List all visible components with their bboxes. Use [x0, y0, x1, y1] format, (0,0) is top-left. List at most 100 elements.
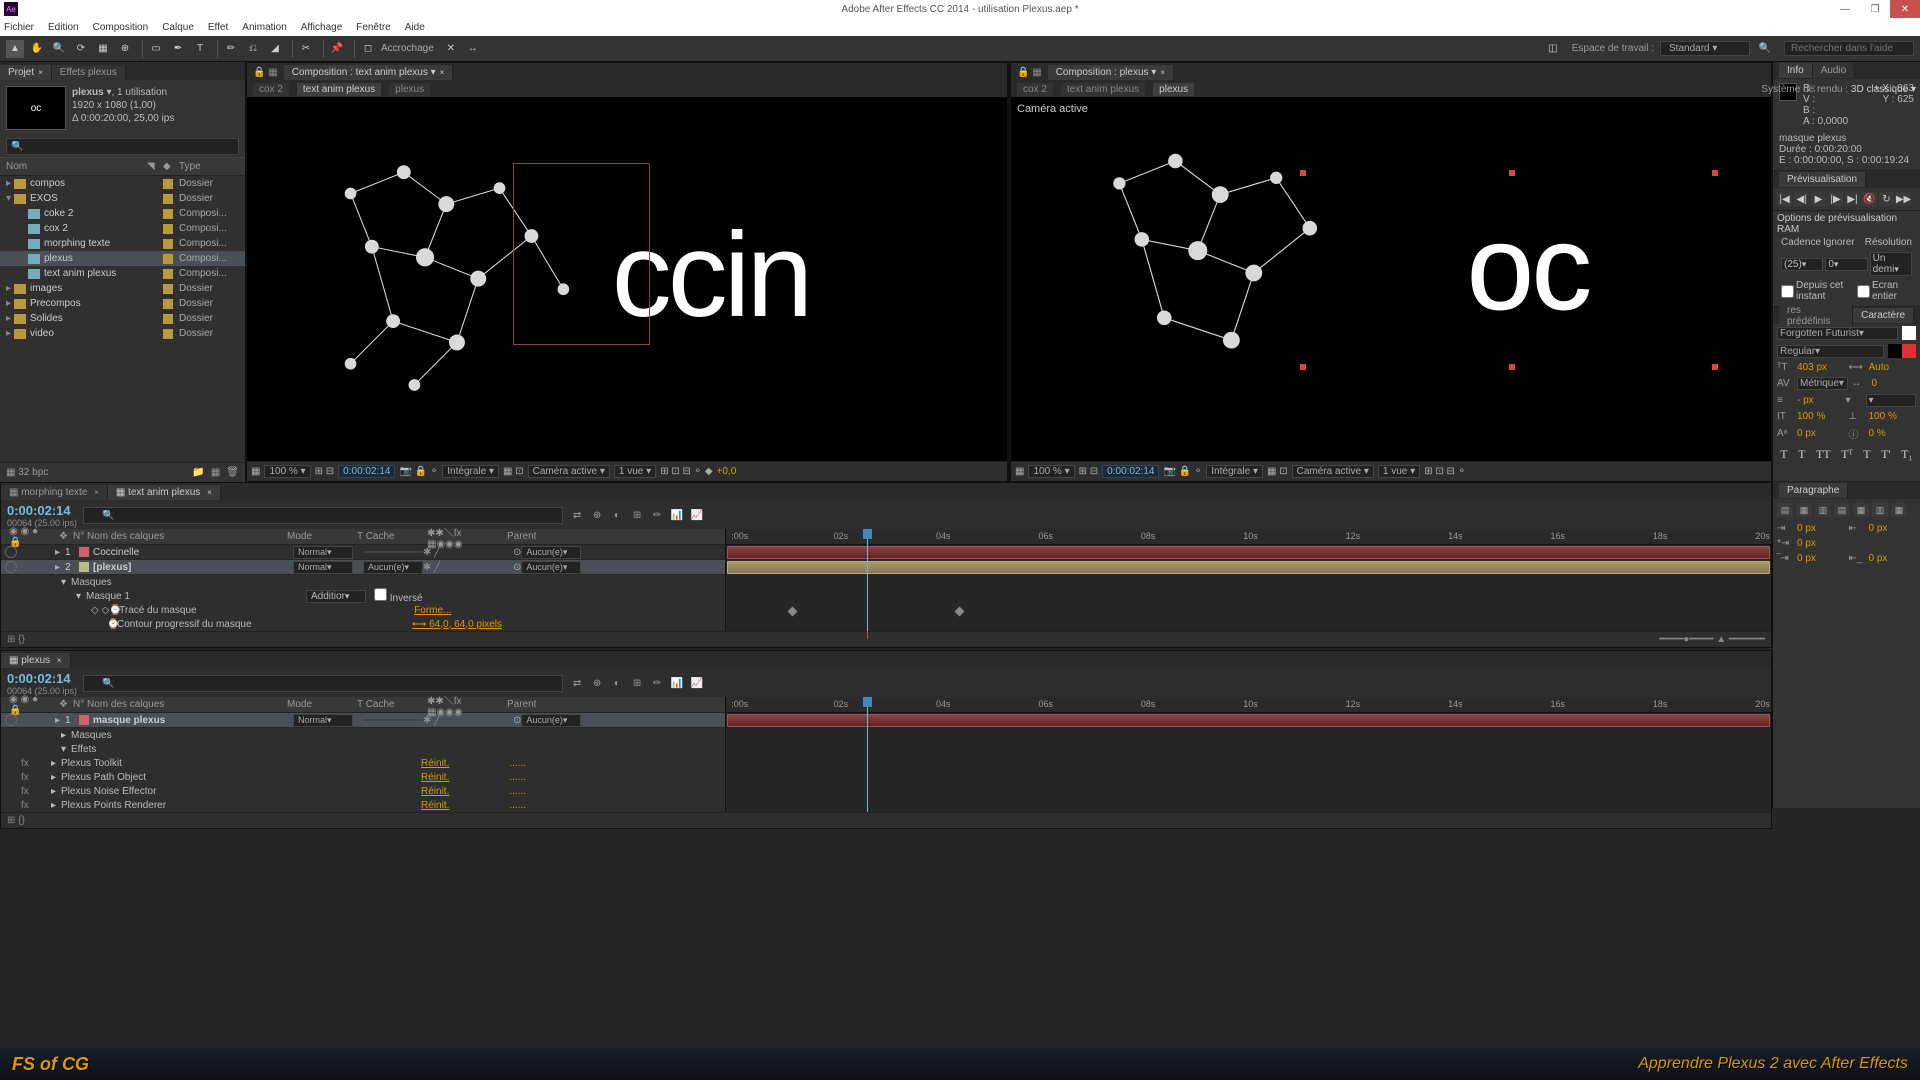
next-frame-button[interactable]: |▶: [1828, 192, 1843, 206]
font-size[interactable]: 403 px: [1797, 362, 1845, 373]
toggle-switches-icon[interactable]: ⊞ {}: [7, 634, 25, 645]
project-item[interactable]: coke 2Composi...: [0, 206, 245, 221]
viewer2-canvas[interactable]: Caméra active oc: [1011, 97, 1771, 461]
fullscreen-checkbox[interactable]: [1857, 285, 1870, 298]
project-item[interactable]: text anim plexusComposi...: [0, 266, 245, 281]
help-search-input[interactable]: [1784, 41, 1914, 56]
effect-row[interactable]: fx▸Plexus ToolkitRéinit.......: [1, 756, 725, 770]
tab-preview[interactable]: Prévisualisation: [1779, 172, 1866, 187]
indent-left[interactable]: 0 px: [1797, 523, 1845, 534]
menu-effet[interactable]: Effet: [208, 22, 228, 33]
viewer1-tab[interactable]: Composition : text anim plexus ▾×: [284, 65, 454, 80]
style-button[interactable]: T: [1798, 447, 1805, 462]
text-tool[interactable]: T: [191, 40, 209, 58]
layer-row[interactable]: ▸2[plexus]Normal▾Aucun(e)▾✱ ╱ ⊙Aucun(e)▾: [1, 560, 725, 575]
maximize-button[interactable]: ❐: [1860, 0, 1890, 18]
render-select[interactable]: 3D classique ▾: [1851, 84, 1916, 95]
brush-tool[interactable]: ✏: [222, 40, 240, 58]
viewer2-timecode[interactable]: 0:00:02:14: [1102, 465, 1159, 478]
rotobrush-tool[interactable]: ✂: [297, 40, 315, 58]
prev-frame-button[interactable]: ◀|: [1794, 192, 1809, 206]
timeline-tab[interactable]: ▦ plexus ×: [1, 653, 71, 668]
pan-behind-tool[interactable]: ⊕: [116, 40, 134, 58]
puppet-tool[interactable]: 📌: [328, 40, 346, 58]
menu-composition[interactable]: Composition: [93, 22, 149, 33]
effect-row[interactable]: fx▸Plexus Points RendererRéinit.......: [1, 798, 725, 812]
project-item[interactable]: ▸imagesDossier: [0, 281, 245, 296]
playhead[interactable]: [867, 697, 868, 812]
breadcrumb-item[interactable]: text anim plexus: [1061, 83, 1145, 96]
project-item[interactable]: plexusComposi...: [0, 251, 245, 266]
menu-fenêtre[interactable]: Fenêtre: [356, 22, 390, 33]
clone-tool[interactable]: ⎌: [244, 40, 262, 58]
breadcrumb-item[interactable]: cox 2: [253, 83, 289, 96]
stroke-color[interactable]: [1902, 344, 1916, 358]
font-style-select[interactable]: Regular▾: [1777, 345, 1884, 358]
justify-center-icon[interactable]: ▦: [1853, 503, 1869, 517]
camera-tool[interactable]: ▦: [94, 40, 112, 58]
font-select[interactable]: Forgotten Futurist▾: [1777, 327, 1898, 340]
playhead[interactable]: [867, 529, 868, 631]
cam-select[interactable]: Caméra active ▾: [528, 465, 610, 478]
mask-mode-select[interactable]: Additior▾: [306, 590, 366, 603]
breadcrumb-item[interactable]: cox 2: [1017, 83, 1053, 96]
tl1-search[interactable]: [83, 507, 563, 524]
tab-paragraph[interactable]: Paragraphe: [1779, 483, 1848, 498]
style-button[interactable]: T: [1780, 447, 1787, 462]
layer-bar-2[interactable]: [727, 561, 1770, 574]
new-comp-icon[interactable]: ▦: [211, 467, 220, 478]
tab-effects[interactable]: Effets plexus: [52, 65, 126, 80]
project-item[interactable]: morphing texteComposi...: [0, 236, 245, 251]
last-frame-button[interactable]: ▶|: [1845, 192, 1860, 206]
ram-preview-button[interactable]: ▶▶: [1896, 192, 1911, 206]
snap-opt-icon[interactable]: ✕: [442, 40, 460, 58]
res-select[interactable]: Intégrale ▾: [442, 465, 499, 478]
viewer2-tab[interactable]: Composition : plexus ▾×: [1048, 65, 1174, 80]
baseline[interactable]: 0 px: [1797, 428, 1845, 439]
project-item[interactable]: cox 2Composi...: [0, 221, 245, 236]
tab-audio[interactable]: Audio: [1813, 63, 1856, 78]
style-button[interactable]: Tᵀ: [1841, 447, 1853, 462]
hand-tool[interactable]: ✋: [28, 40, 46, 58]
breadcrumb-item[interactable]: text anim plexus: [297, 83, 381, 96]
tl2-timecode[interactable]: 0:00:02:14: [7, 671, 77, 686]
project-item[interactable]: ▸composDossier: [0, 176, 245, 191]
swap-icon[interactable]: [1888, 344, 1902, 358]
indent-first[interactable]: 0 px: [1797, 538, 1916, 549]
col-type[interactable]: Type: [179, 161, 239, 172]
tl1-timecode[interactable]: 0:00:02:14: [7, 503, 77, 518]
snap-opt2-icon[interactable]: ↔: [464, 40, 482, 58]
style-button[interactable]: T₁: [1901, 447, 1913, 462]
fps-select[interactable]: (25)▾: [1781, 258, 1823, 271]
workspace-select[interactable]: Standard ▾: [1660, 41, 1750, 56]
tl-icon[interactable]: ⇄: [569, 507, 585, 523]
minimize-button[interactable]: —: [1830, 0, 1860, 18]
feather-value[interactable]: ⟷ 64,0, 64,0 pixels: [412, 619, 502, 630]
layer-row[interactable]: ▸1CoccinelleNormal▾✱ ╱ ⊙Aucun(e)▾: [1, 545, 725, 560]
views-select[interactable]: 1 vue ▾: [1378, 465, 1420, 478]
tsume[interactable]: 0 %: [1869, 428, 1917, 439]
timeline-tab[interactable]: ▦ morphing texte ×: [1, 485, 108, 500]
style-button[interactable]: TT: [1816, 447, 1831, 462]
leading[interactable]: Auto: [1869, 362, 1917, 373]
zoom-tool[interactable]: 🔍: [50, 40, 68, 58]
exposure[interactable]: +0,0: [717, 466, 737, 477]
project-search-input[interactable]: [6, 138, 239, 155]
tracking[interactable]: 0: [1872, 378, 1917, 389]
tab-character[interactable]: Caractère: [1853, 308, 1914, 323]
effect-row[interactable]: fx▸Plexus Path ObjectRéinit.......: [1, 770, 725, 784]
breadcrumb-item[interactable]: plexus: [1153, 83, 1194, 96]
zoom-select[interactable]: 100 % ▾: [1028, 465, 1074, 478]
from-current-checkbox[interactable]: [1781, 285, 1794, 298]
align-left-icon[interactable]: ▤: [1777, 503, 1793, 517]
graph-editor-icon[interactable]: 📈: [689, 507, 705, 523]
res-select[interactable]: Intégrale ▾: [1206, 465, 1263, 478]
tl2-search[interactable]: [83, 675, 563, 692]
new-folder-icon[interactable]: 📁: [192, 467, 204, 478]
hscale[interactable]: 100 %: [1869, 411, 1917, 422]
shape-tool[interactable]: ▭: [147, 40, 165, 58]
menu-calque[interactable]: Calque: [162, 22, 194, 33]
project-item[interactable]: ▸videoDossier: [0, 326, 245, 341]
layer-bar[interactable]: [727, 714, 1770, 727]
play-button[interactable]: ▶: [1811, 192, 1826, 206]
